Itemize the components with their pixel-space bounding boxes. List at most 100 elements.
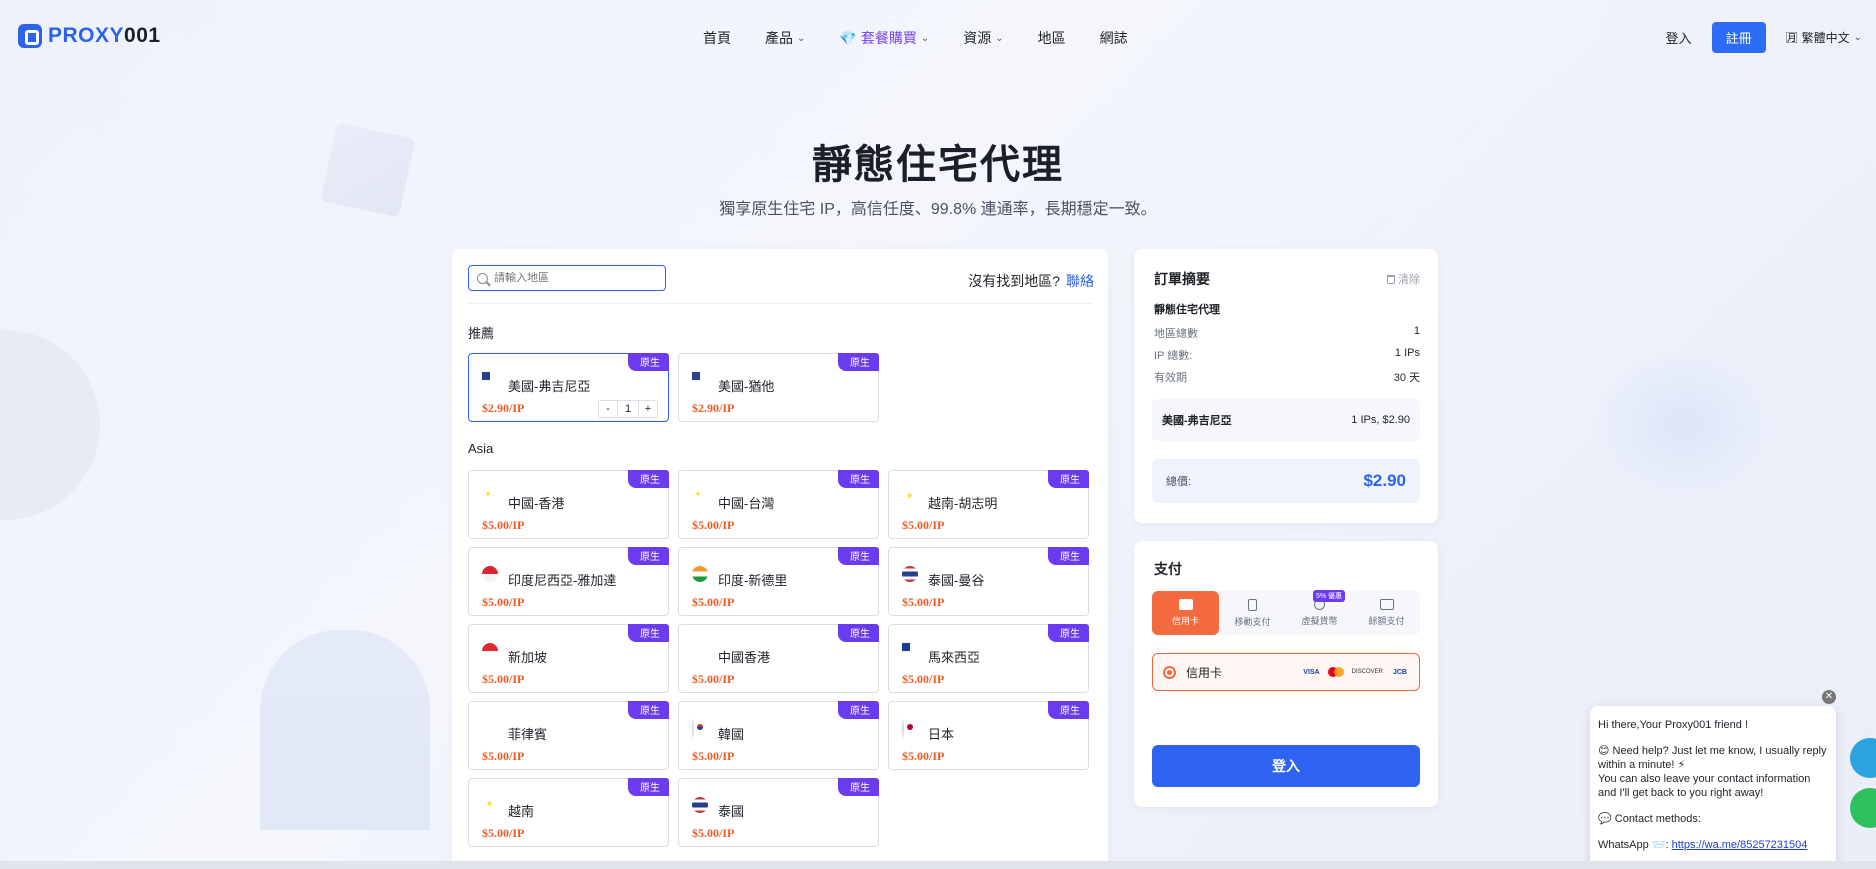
native-badge: 原生: [838, 470, 879, 488]
chat-popup: Hi there,Your Proxy001 friend ! 😊 Need h…: [1590, 706, 1836, 869]
region-name: 印度-新德里: [718, 573, 788, 588]
native-badge: 原生: [628, 624, 669, 642]
native-badge: 原生: [628, 470, 669, 488]
region-name: 韓國: [718, 727, 745, 742]
register-button[interactable]: 註冊: [1711, 22, 1766, 53]
id-flag-icon: [482, 566, 498, 582]
payment-login-button[interactable]: 登入: [1152, 745, 1420, 787]
chat-whatsapp: WhatsApp 📨: https://wa.me/85257231504: [1598, 839, 1808, 851]
login-link[interactable]: 登入: [1666, 28, 1692, 47]
background-disk-decoration: [1595, 350, 1775, 500]
region-selection-panel: 沒有找到地區?聯絡 推薦 原生 美國-弗吉尼亞 $2.90/IP - 1 + 原…: [452, 249, 1108, 869]
region-card[interactable]: 原生 美國-猶他 $2.90/IP: [678, 353, 879, 422]
region-price: $5.00/IP: [692, 518, 735, 532]
total-price: $2.90: [1363, 471, 1406, 490]
logo[interactable]: PROXY001: [18, 24, 161, 48]
jcb-icon: JCB: [1392, 668, 1407, 676]
sg-flag-icon: [482, 643, 498, 659]
jp-flag-icon: [902, 719, 904, 738]
native-badge: 原生: [838, 353, 879, 371]
bottom-scrollbar[interactable]: [0, 861, 1876, 869]
chevron-down-icon: ⌄: [1853, 32, 1862, 43]
tab-crypto[interactable]: 5% 優惠 虛擬貨幣: [1286, 590, 1353, 635]
region-search[interactable]: [468, 265, 666, 291]
clear-button[interactable]: 清除: [1387, 271, 1420, 287]
region-card[interactable]: 原生 印度尼西亞-雅加達 $5.00/IP: [468, 547, 669, 616]
mobile-icon: [1248, 598, 1257, 611]
credit-card-icon: [1178, 599, 1193, 610]
menu-item-blog[interactable]: 網誌: [1100, 28, 1128, 48]
region-card[interactable]: 原生 越南 $5.00/IP: [468, 778, 669, 847]
region-price: $5.00/IP: [692, 672, 735, 686]
section-title-asia: Asia: [468, 441, 494, 456]
summary-line-item: 美國-弗吉尼亞 1 IPs, $2.90: [1152, 399, 1420, 441]
section-title-recommended: 推薦: [468, 326, 495, 341]
menu-item-packages[interactable]: 💎 套餐購買 ⌄: [839, 28, 929, 48]
region-card[interactable]: 原生印度-新德里 $5.00/IP: [678, 547, 879, 616]
region-card[interactable]: 原生 馬來西亞 $5.00/IP: [888, 624, 1089, 693]
telegram-icon[interactable]: [1850, 738, 1876, 778]
page-subtitle: 獨享原生住宅 IP，高信任度、99.8% 連通率，長期穩定一致。: [719, 201, 1157, 218]
region-search-input[interactable]: [494, 272, 654, 284]
menu-item-regions[interactable]: 地區: [1038, 28, 1066, 48]
region-card[interactable]: 原生 日本 $5.00/IP: [888, 701, 1089, 770]
main-menu: 首頁 產品 ⌄ 💎 套餐購買 ⌄ 資源 ⌄ 地區 網誌: [703, 28, 1128, 48]
menu-item-home[interactable]: 首頁: [703, 28, 731, 48]
chat-close-icon[interactable]: ✕: [1822, 690, 1836, 704]
native-badge: 原生: [1048, 470, 1089, 488]
region-name: 美國-猶他: [718, 379, 775, 394]
decrement-button[interactable]: -: [599, 401, 617, 417]
region-card[interactable]: 原生 泰國 $5.00/IP: [678, 778, 879, 847]
region-card[interactable]: 原生 中國香港 $5.00/IP: [678, 624, 879, 693]
summary-total: 總價: $2.90: [1152, 459, 1420, 503]
contact-link[interactable]: 聯絡: [1066, 273, 1094, 289]
visa-icon: VISA: [1303, 668, 1320, 676]
region-price: $2.90/IP: [692, 401, 735, 415]
chat-leave: You can also leave your contact informat…: [1598, 773, 1811, 799]
region-card[interactable]: 原生 越南-胡志明 $5.00/IP: [888, 470, 1089, 539]
region-card[interactable]: 原生 泰國-曼谷 $5.00/IP: [888, 547, 1089, 616]
tab-mobile-pay[interactable]: 移動支付: [1219, 591, 1286, 635]
quantity-value[interactable]: 1: [617, 401, 639, 417]
native-badge: 原生: [838, 547, 879, 565]
chevron-down-icon: ⌄: [920, 32, 930, 44]
tab-balance[interactable]: 餘額支付: [1353, 591, 1420, 635]
background-circle-decoration: [0, 330, 100, 520]
region-name: 馬來西亞: [928, 650, 981, 665]
summary-row: 有效期 30 天: [1154, 372, 1420, 384]
increment-button[interactable]: +: [639, 401, 657, 417]
th-flag-icon: [902, 566, 918, 582]
native-badge: 原生: [838, 778, 879, 796]
card-brand-logos: VISA DISCOVER JCB: [1301, 667, 1409, 677]
native-badge: 原生: [628, 701, 669, 719]
region-price: $5.00/IP: [692, 595, 735, 609]
region-card[interactable]: 原生 美國-弗吉尼亞 $2.90/IP - 1 +: [468, 353, 669, 422]
native-badge: 原生: [628, 353, 669, 371]
region-name: 越南-胡志明: [928, 496, 998, 511]
menu-item-resources[interactable]: 資源 ⌄: [963, 28, 1003, 48]
kr-flag-icon: [692, 719, 694, 738]
region-card[interactable]: 原生菲律賓 $5.00/IP: [468, 701, 669, 770]
native-badge: 原生: [628, 778, 669, 796]
region-name: 菲律賓: [508, 727, 548, 742]
diamond-icon: 💎: [839, 29, 857, 46]
quantity-stepper: - 1 +: [598, 400, 658, 418]
payment-method-option[interactable]: 信用卡 VISA DISCOVER JCB: [1152, 653, 1420, 691]
region-price: $5.00/IP: [482, 595, 525, 609]
menu-item-products[interactable]: 產品 ⌄: [765, 28, 805, 48]
region-price: $5.00/IP: [482, 749, 525, 763]
native-badge: 原生: [838, 624, 879, 642]
payment-tabs: 信用卡 移動支付 5% 優惠 虛擬貨幣 餘額支付: [1152, 590, 1420, 635]
discover-icon: DISCOVER: [1351, 669, 1383, 675]
region-price: $5.00/IP: [482, 672, 525, 686]
region-card[interactable]: 原生 韓國 $5.00/IP: [678, 701, 879, 770]
language-selector[interactable]: 🈷 繁體中文 ⌄: [1786, 29, 1862, 46]
region-card[interactable]: 原生 中國-台灣 $5.00/IP: [678, 470, 879, 539]
whatsapp-link[interactable]: https://wa.me/85257231504: [1672, 839, 1808, 851]
region-card[interactable]: 原生 新加坡 $5.00/IP: [468, 624, 669, 693]
region-name: 泰國: [718, 804, 745, 819]
region-card[interactable]: 原生 中國-香港 $5.00/IP: [468, 470, 669, 539]
whatsapp-icon[interactable]: [1850, 788, 1876, 828]
tab-credit-card[interactable]: 信用卡: [1152, 591, 1219, 635]
translate-icon: 🈷: [1785, 31, 1798, 45]
